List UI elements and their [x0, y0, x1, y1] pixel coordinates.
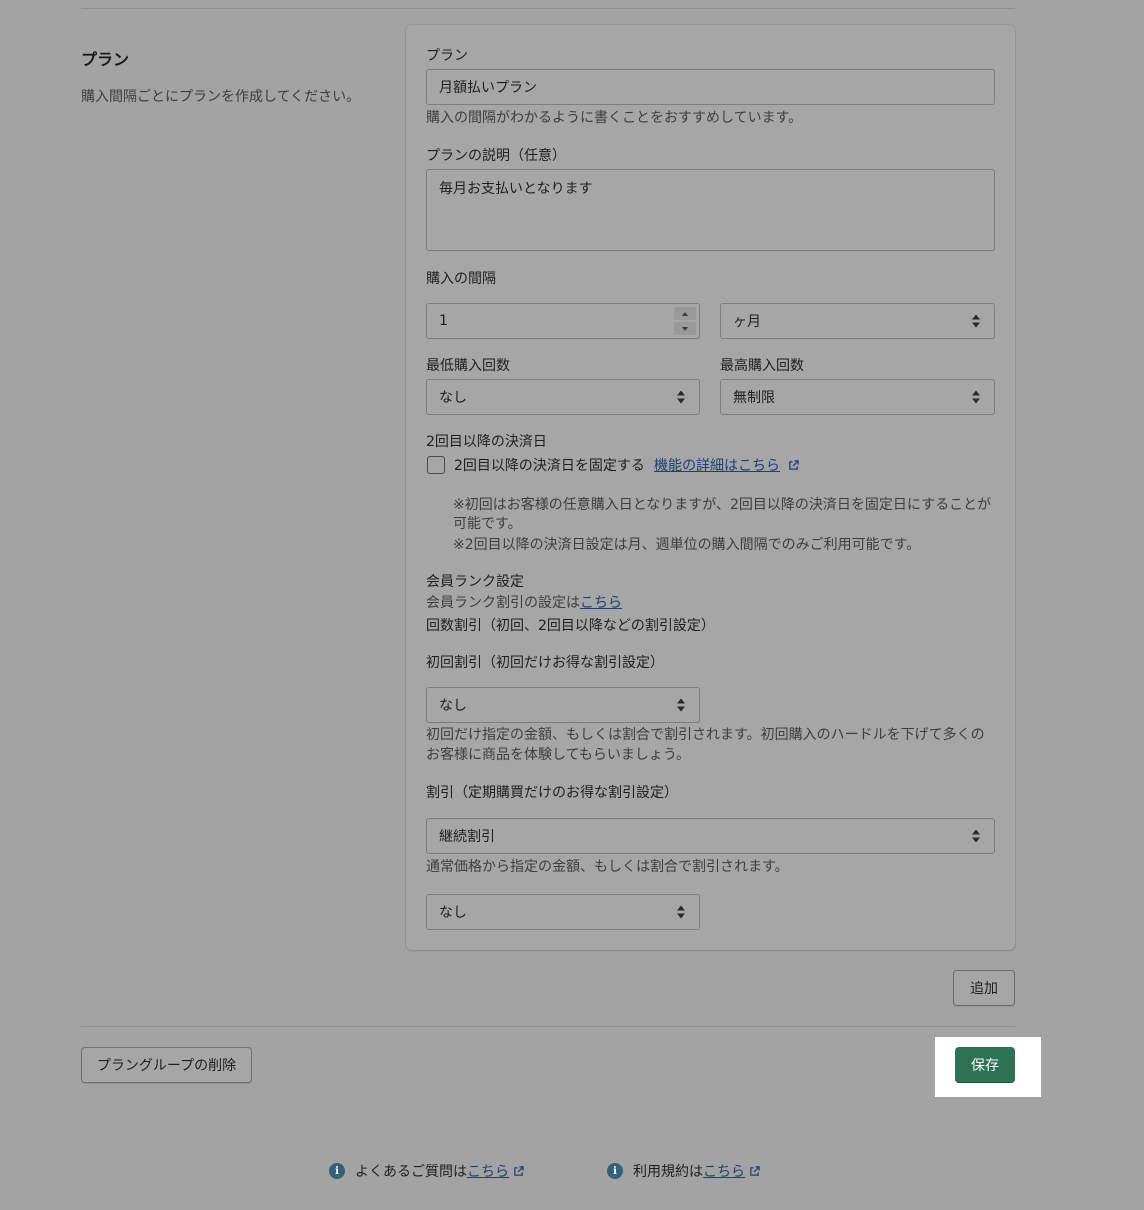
interval-number-value: 1 — [439, 313, 448, 329]
feature-details-link-text[interactable]: 機能の詳細はこちら — [654, 458, 780, 474]
billing-note-2: ※2回目以降の決済日設定は月、週単位の購入間隔でのみご利用可能です。 — [453, 537, 921, 553]
plan-name-help: 購入の間隔がわかるように書くことをおすすめしています。 — [426, 110, 803, 126]
first-discount-help-2: お客様に商品を体験してもらいましょう。 — [426, 747, 691, 763]
add-button[interactable]: 追加 — [953, 970, 1015, 1006]
delete-plan-group-button[interactable]: プラングループの削除 — [81, 1047, 252, 1083]
faq-footer: i よくあるご質問は こちら — [329, 1161, 524, 1181]
interval-unit-value: ヶ月 — [733, 314, 761, 330]
feature-details-link[interactable]: 機能の詳細はこちら — [654, 455, 800, 475]
first-discount-select[interactable]: なし — [426, 687, 700, 723]
discount-help: 通常価格から指定の金額、もしくは割合で割引されます。 — [426, 859, 789, 875]
plan-name-input[interactable]: 月額払いプラン — [426, 69, 995, 105]
member-rank-help-text: 会員ランク割引の設定は — [426, 595, 580, 611]
save-button[interactable]: 保存 — [955, 1047, 1015, 1083]
billing-date-label: 2回目以降の決済日 — [426, 434, 547, 450]
interval-number-input[interactable]: 1 — [426, 303, 700, 339]
first-discount-label: 初回割引（初回だけお得な割引設定） — [426, 655, 664, 671]
info-icon: i — [329, 1163, 345, 1179]
billing-note-1b: 可能です。 — [453, 516, 522, 532]
plan-name-label: プラン — [426, 48, 468, 64]
section-description: 購入間隔ごとにプランを作成してください。 — [81, 89, 361, 105]
member-rank-label: 会員ランク設定 — [426, 574, 524, 590]
external-link-icon — [750, 1165, 760, 1176]
info-icon: i — [607, 1163, 623, 1179]
discount-amount-select[interactable]: なし — [426, 894, 700, 930]
select-arrows-icon — [972, 390, 980, 404]
external-link-icon — [789, 460, 800, 470]
first-discount-value: なし — [439, 698, 467, 714]
min-purchase-label: 最低購入回数 — [426, 358, 510, 374]
member-rank-help: 会員ランク割引の設定はこちら — [426, 593, 622, 613]
plan-description-value: 毎月お支払いとなります — [439, 181, 593, 197]
max-purchase-value: 無制限 — [733, 390, 775, 406]
max-purchase-label: 最高購入回数 — [720, 358, 804, 374]
bottom-divider — [81, 1026, 1015, 1027]
plan-name-value: 月額払いプラン — [439, 80, 537, 96]
interval-label: 購入の間隔 — [426, 271, 496, 287]
terms-link[interactable]: こちら — [703, 1161, 745, 1181]
min-purchase-value: なし — [439, 390, 467, 406]
select-arrows-icon — [677, 390, 685, 404]
discount-amount-value: なし — [439, 905, 467, 921]
select-arrows-icon — [677, 905, 685, 919]
fix-billing-date-label[interactable]: 2回目以降の決済日を固定する — [454, 455, 645, 475]
plan-description-textarea[interactable]: 毎月お支払いとなります — [426, 169, 995, 251]
select-arrows-icon — [972, 829, 980, 843]
external-link-icon — [514, 1165, 524, 1176]
stepper-down-icon[interactable] — [674, 322, 696, 335]
faq-text: よくあるご質問は — [355, 1164, 467, 1180]
stepper-up-icon[interactable] — [674, 307, 696, 320]
member-rank-link[interactable]: こちら — [580, 595, 622, 611]
top-divider — [81, 8, 1015, 9]
discount-type-value: 継続割引 — [439, 829, 495, 845]
min-purchase-select[interactable]: なし — [426, 379, 700, 415]
interval-unit-select[interactable]: ヶ月 — [720, 303, 995, 339]
discount-type-select[interactable]: 継続割引 — [426, 818, 995, 854]
terms-text: 利用規約は — [633, 1164, 703, 1180]
interval-stepper[interactable] — [674, 307, 696, 335]
billing-note-1: ※初回はお客様の任意購入日となりますが、2回目以降の決済日を固定日にすることが — [453, 497, 992, 513]
count-discount-label: 回数割引（初回、2回目以降などの割引設定） — [426, 618, 715, 634]
faq-link[interactable]: こちら — [467, 1161, 509, 1181]
max-purchase-select[interactable]: 無制限 — [720, 379, 995, 415]
terms-footer: i 利用規約は こちら — [607, 1161, 760, 1181]
plan-card: プラン 月額払いプラン 購入の間隔がわかるように書くことをおすすめしています。 … — [406, 25, 1015, 950]
select-arrows-icon — [677, 698, 685, 712]
plan-description-label: プランの説明（任意） — [426, 148, 566, 164]
select-arrows-icon — [972, 314, 980, 328]
discount-label: 割引（定期購買だけのお得な割引設定） — [426, 785, 678, 801]
section-title: プラン — [81, 50, 130, 69]
first-discount-help-1: 初回だけ指定の金額、もしくは割合で割引されます。初回購入のハードルを下げて多くの — [426, 727, 985, 743]
fix-billing-date-checkbox[interactable] — [427, 456, 445, 474]
